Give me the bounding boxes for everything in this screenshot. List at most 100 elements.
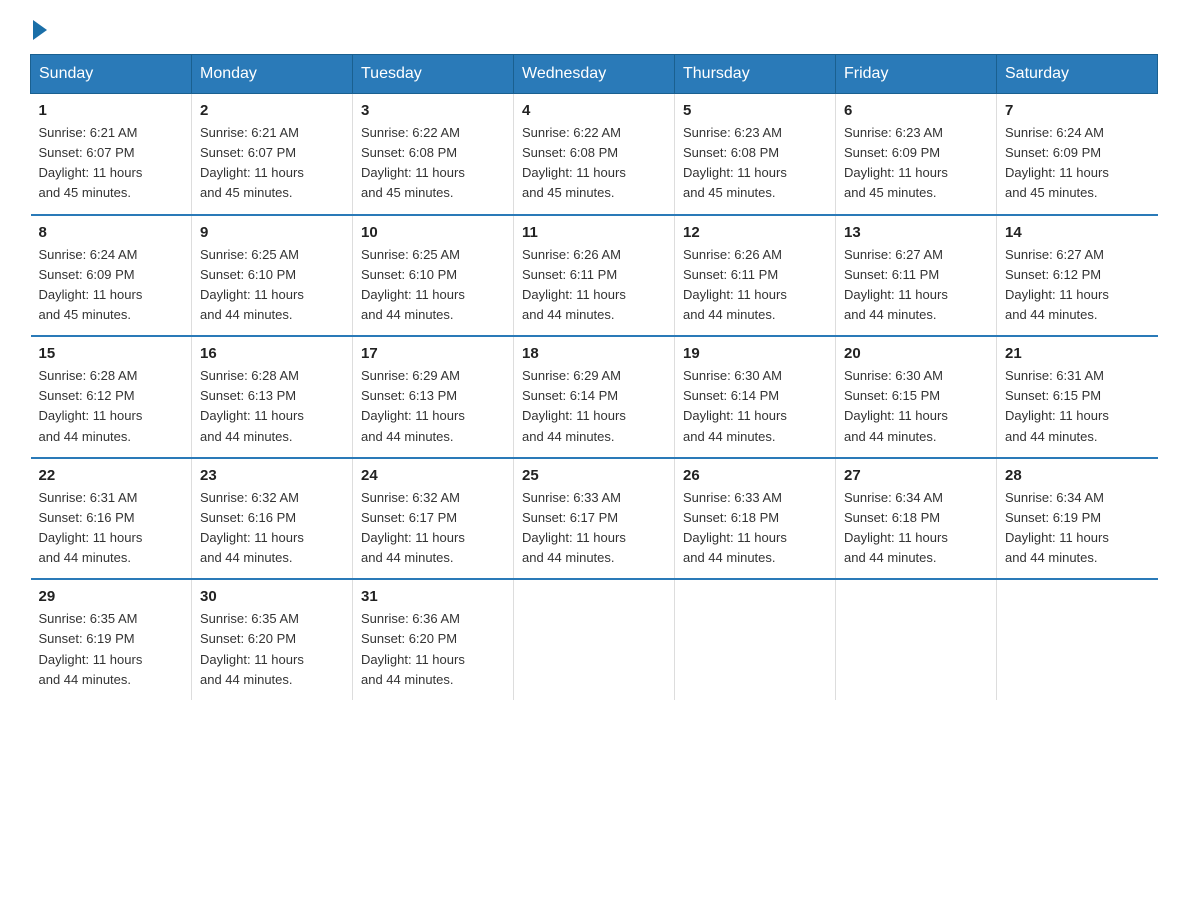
- day-info: Sunrise: 6:32 AMSunset: 6:16 PMDaylight:…: [200, 490, 304, 565]
- day-info: Sunrise: 6:25 AMSunset: 6:10 PMDaylight:…: [200, 247, 304, 322]
- day-number: 14: [1005, 224, 1150, 241]
- day-info: Sunrise: 6:32 AMSunset: 6:17 PMDaylight:…: [361, 490, 465, 565]
- day-info: Sunrise: 6:21 AMSunset: 6:07 PMDaylight:…: [39, 125, 143, 200]
- calendar-cell: 4 Sunrise: 6:22 AMSunset: 6:08 PMDayligh…: [514, 94, 675, 215]
- calendar-cell: 18 Sunrise: 6:29 AMSunset: 6:14 PMDaylig…: [514, 336, 675, 458]
- calendar-cell: 21 Sunrise: 6:31 AMSunset: 6:15 PMDaylig…: [997, 336, 1158, 458]
- day-number: 29: [39, 588, 184, 605]
- day-number: 23: [200, 467, 344, 484]
- day-number: 22: [39, 467, 184, 484]
- day-info: Sunrise: 6:26 AMSunset: 6:11 PMDaylight:…: [683, 247, 787, 322]
- day-info: Sunrise: 6:22 AMSunset: 6:08 PMDaylight:…: [361, 125, 465, 200]
- calendar-week-row: 1 Sunrise: 6:21 AMSunset: 6:07 PMDayligh…: [31, 94, 1158, 215]
- day-info: Sunrise: 6:21 AMSunset: 6:07 PMDaylight:…: [200, 125, 304, 200]
- calendar-cell: 7 Sunrise: 6:24 AMSunset: 6:09 PMDayligh…: [997, 94, 1158, 215]
- day-number: 20: [844, 345, 988, 362]
- day-number: 2: [200, 102, 344, 119]
- day-number: 11: [522, 224, 666, 241]
- calendar-cell: 20 Sunrise: 6:30 AMSunset: 6:15 PMDaylig…: [836, 336, 997, 458]
- day-number: 7: [1005, 102, 1150, 119]
- day-info: Sunrise: 6:34 AMSunset: 6:19 PMDaylight:…: [1005, 490, 1109, 565]
- day-number: 26: [683, 467, 827, 484]
- day-info: Sunrise: 6:28 AMSunset: 6:12 PMDaylight:…: [39, 368, 143, 443]
- calendar-week-row: 29 Sunrise: 6:35 AMSunset: 6:19 PMDaylig…: [31, 579, 1158, 700]
- calendar-cell: 6 Sunrise: 6:23 AMSunset: 6:09 PMDayligh…: [836, 94, 997, 215]
- calendar-header-row: SundayMondayTuesdayWednesdayThursdayFrid…: [31, 55, 1158, 94]
- calendar-cell: 25 Sunrise: 6:33 AMSunset: 6:17 PMDaylig…: [514, 458, 675, 580]
- header-sunday: Sunday: [31, 55, 192, 94]
- day-info: Sunrise: 6:24 AMSunset: 6:09 PMDaylight:…: [1005, 125, 1109, 200]
- calendar-cell: 16 Sunrise: 6:28 AMSunset: 6:13 PMDaylig…: [192, 336, 353, 458]
- calendar-cell: 9 Sunrise: 6:25 AMSunset: 6:10 PMDayligh…: [192, 215, 353, 337]
- day-info: Sunrise: 6:26 AMSunset: 6:11 PMDaylight:…: [522, 247, 626, 322]
- day-number: 5: [683, 102, 827, 119]
- calendar-cell: 22 Sunrise: 6:31 AMSunset: 6:16 PMDaylig…: [31, 458, 192, 580]
- calendar-cell: [514, 579, 675, 700]
- calendar-cell: 15 Sunrise: 6:28 AMSunset: 6:12 PMDaylig…: [31, 336, 192, 458]
- day-number: 12: [683, 224, 827, 241]
- day-number: 31: [361, 588, 505, 605]
- day-info: Sunrise: 6:25 AMSunset: 6:10 PMDaylight:…: [361, 247, 465, 322]
- calendar-cell: [997, 579, 1158, 700]
- calendar-cell: 26 Sunrise: 6:33 AMSunset: 6:18 PMDaylig…: [675, 458, 836, 580]
- day-info: Sunrise: 6:27 AMSunset: 6:11 PMDaylight:…: [844, 247, 948, 322]
- header-wednesday: Wednesday: [514, 55, 675, 94]
- calendar-cell: 31 Sunrise: 6:36 AMSunset: 6:20 PMDaylig…: [353, 579, 514, 700]
- day-info: Sunrise: 6:28 AMSunset: 6:13 PMDaylight:…: [200, 368, 304, 443]
- day-number: 3: [361, 102, 505, 119]
- calendar-cell: 28 Sunrise: 6:34 AMSunset: 6:19 PMDaylig…: [997, 458, 1158, 580]
- calendar-cell: 13 Sunrise: 6:27 AMSunset: 6:11 PMDaylig…: [836, 215, 997, 337]
- day-number: 1: [39, 102, 184, 119]
- calendar-table: SundayMondayTuesdayWednesdayThursdayFrid…: [30, 54, 1158, 700]
- header-monday: Monday: [192, 55, 353, 94]
- day-info: Sunrise: 6:33 AMSunset: 6:17 PMDaylight:…: [522, 490, 626, 565]
- day-info: Sunrise: 6:23 AMSunset: 6:08 PMDaylight:…: [683, 125, 787, 200]
- calendar-cell: [675, 579, 836, 700]
- day-number: 18: [522, 345, 666, 362]
- day-info: Sunrise: 6:30 AMSunset: 6:14 PMDaylight:…: [683, 368, 787, 443]
- calendar-cell: 1 Sunrise: 6:21 AMSunset: 6:07 PMDayligh…: [31, 94, 192, 215]
- day-info: Sunrise: 6:31 AMSunset: 6:16 PMDaylight:…: [39, 490, 143, 565]
- day-info: Sunrise: 6:29 AMSunset: 6:14 PMDaylight:…: [522, 368, 626, 443]
- calendar-week-row: 8 Sunrise: 6:24 AMSunset: 6:09 PMDayligh…: [31, 215, 1158, 337]
- calendar-cell: 24 Sunrise: 6:32 AMSunset: 6:17 PMDaylig…: [353, 458, 514, 580]
- calendar-cell: 8 Sunrise: 6:24 AMSunset: 6:09 PMDayligh…: [31, 215, 192, 337]
- day-info: Sunrise: 6:36 AMSunset: 6:20 PMDaylight:…: [361, 611, 465, 686]
- day-info: Sunrise: 6:31 AMSunset: 6:15 PMDaylight:…: [1005, 368, 1109, 443]
- calendar-cell: 19 Sunrise: 6:30 AMSunset: 6:14 PMDaylig…: [675, 336, 836, 458]
- day-number: 10: [361, 224, 505, 241]
- header-tuesday: Tuesday: [353, 55, 514, 94]
- day-number: 17: [361, 345, 505, 362]
- calendar-cell: 14 Sunrise: 6:27 AMSunset: 6:12 PMDaylig…: [997, 215, 1158, 337]
- calendar-cell: 12 Sunrise: 6:26 AMSunset: 6:11 PMDaylig…: [675, 215, 836, 337]
- calendar-week-row: 22 Sunrise: 6:31 AMSunset: 6:16 PMDaylig…: [31, 458, 1158, 580]
- day-number: 25: [522, 467, 666, 484]
- day-number: 28: [1005, 467, 1150, 484]
- day-number: 8: [39, 224, 184, 241]
- calendar-cell: 27 Sunrise: 6:34 AMSunset: 6:18 PMDaylig…: [836, 458, 997, 580]
- day-info: Sunrise: 6:23 AMSunset: 6:09 PMDaylight:…: [844, 125, 948, 200]
- calendar-cell: 10 Sunrise: 6:25 AMSunset: 6:10 PMDaylig…: [353, 215, 514, 337]
- day-number: 4: [522, 102, 666, 119]
- day-number: 21: [1005, 345, 1150, 362]
- page-header: [30, 20, 1158, 36]
- day-info: Sunrise: 6:34 AMSunset: 6:18 PMDaylight:…: [844, 490, 948, 565]
- logo-arrow-icon: [33, 20, 47, 40]
- calendar-cell: 29 Sunrise: 6:35 AMSunset: 6:19 PMDaylig…: [31, 579, 192, 700]
- header-friday: Friday: [836, 55, 997, 94]
- calendar-cell: 2 Sunrise: 6:21 AMSunset: 6:07 PMDayligh…: [192, 94, 353, 215]
- calendar-cell: 5 Sunrise: 6:23 AMSunset: 6:08 PMDayligh…: [675, 94, 836, 215]
- day-number: 9: [200, 224, 344, 241]
- calendar-cell: 23 Sunrise: 6:32 AMSunset: 6:16 PMDaylig…: [192, 458, 353, 580]
- header-thursday: Thursday: [675, 55, 836, 94]
- day-info: Sunrise: 6:24 AMSunset: 6:09 PMDaylight:…: [39, 247, 143, 322]
- day-number: 24: [361, 467, 505, 484]
- calendar-cell: 11 Sunrise: 6:26 AMSunset: 6:11 PMDaylig…: [514, 215, 675, 337]
- logo: [30, 20, 47, 36]
- calendar-cell: 30 Sunrise: 6:35 AMSunset: 6:20 PMDaylig…: [192, 579, 353, 700]
- day-info: Sunrise: 6:33 AMSunset: 6:18 PMDaylight:…: [683, 490, 787, 565]
- day-info: Sunrise: 6:35 AMSunset: 6:20 PMDaylight:…: [200, 611, 304, 686]
- day-number: 6: [844, 102, 988, 119]
- day-number: 27: [844, 467, 988, 484]
- day-info: Sunrise: 6:22 AMSunset: 6:08 PMDaylight:…: [522, 125, 626, 200]
